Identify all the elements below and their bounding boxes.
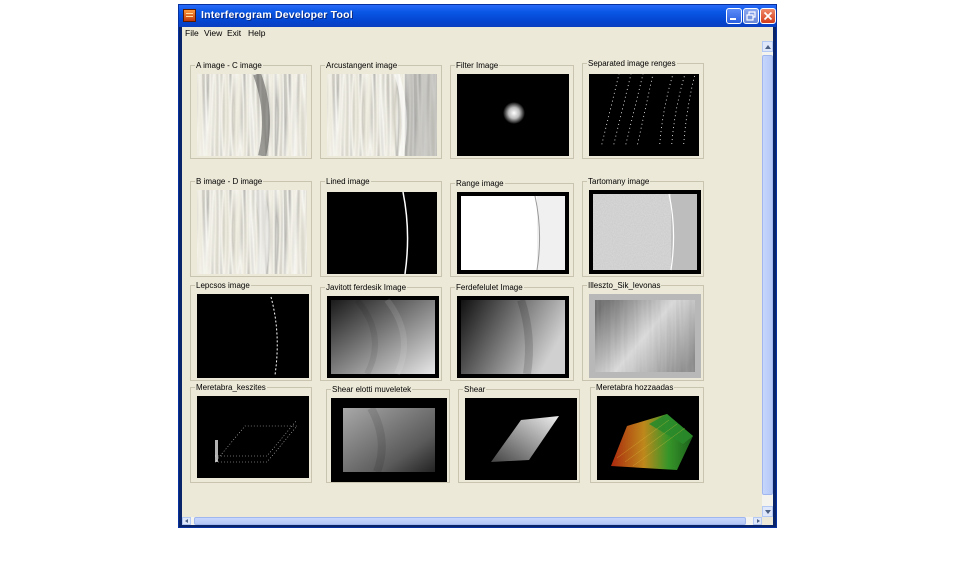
panel-tartomany: Tartomany image — [582, 176, 704, 277]
scroll-left-button[interactable] — [182, 517, 191, 525]
panel-shear: Shear — [458, 384, 580, 483]
panel-label: Meretabra hozzaadas — [595, 382, 675, 393]
restore-icon — [746, 11, 756, 21]
javitott-ferdesik-image — [327, 296, 439, 378]
panel-filter: Filter Image — [450, 60, 574, 159]
panel-meretabra-keszites: Meretabra_keszites — [190, 382, 312, 483]
panel-separated-ranges: Separated image renges — [582, 58, 704, 159]
window-title: Interferogram Developer Tool — [201, 9, 353, 21]
illeszto-sik-image — [589, 294, 701, 378]
horizontal-scroll-thumb[interactable] — [194, 517, 746, 525]
panel-a-minus-c: A image - C image — [190, 60, 312, 159]
meretabra-keszites-image — [197, 396, 309, 478]
chevron-right-icon — [757, 519, 760, 523]
menu-exit[interactable]: Exit — [227, 28, 241, 38]
panel-range: Range image — [450, 178, 574, 277]
panel-illeszto-sik: Illeszto_Sik_levonas — [582, 280, 704, 381]
chevron-up-icon — [765, 45, 771, 49]
vertical-scroll-thumb[interactable] — [762, 55, 773, 495]
shear-image — [465, 398, 577, 480]
chevron-down-icon — [765, 510, 771, 514]
panel-label: Meretabra_keszites — [195, 382, 267, 393]
horizontal-scrollbar[interactable] — [182, 517, 762, 525]
vertical-scrollbar[interactable] — [762, 41, 773, 517]
shear-elotti-image — [331, 398, 447, 482]
panel-label: Lined image — [325, 176, 371, 187]
panel-label: Javitott ferdesik Image — [325, 282, 408, 293]
image-canvas: A image - C image Arcustangent image Fil… — [182, 41, 762, 517]
panel-label: Range image — [455, 178, 505, 189]
panel-arcustangent: Arcustangent image — [320, 60, 442, 159]
panel-meretabra-hozzaadas: Meretabra hozzaadas — [590, 382, 704, 483]
menu-help[interactable]: Help — [248, 28, 265, 38]
panel-label: Arcustangent image — [325, 60, 399, 71]
close-icon — [763, 11, 773, 21]
tartomany-image — [589, 190, 701, 274]
panel-label: Ferdefelulet Image — [455, 282, 524, 293]
panel-javitott-ferdesik: Javitott ferdesik Image — [320, 282, 442, 381]
scroll-right-button[interactable] — [753, 517, 762, 525]
panel-shear-elotti: Shear elotti muveletek — [326, 384, 450, 483]
panel-label: Illeszto_Sik_levonas — [587, 280, 662, 291]
panel-ferdefelulet: Ferdefelulet Image — [450, 282, 574, 381]
lepcsos-image — [197, 294, 309, 378]
panel-b-minus-d: B image - D image — [190, 176, 312, 277]
filter-image — [457, 74, 569, 156]
minimize-button[interactable] — [726, 8, 742, 24]
panel-label: Lepcsos image — [195, 280, 251, 291]
menu-file[interactable]: File — [185, 28, 199, 38]
range-image — [457, 192, 569, 274]
client-area: File View Exit Help A image - C image Ar… — [182, 27, 773, 525]
scroll-up-button[interactable] — [762, 41, 773, 52]
b-minus-d-image — [197, 190, 307, 274]
close-button[interactable] — [760, 8, 776, 24]
panel-label: Separated image renges — [587, 58, 677, 69]
scroll-down-button[interactable] — [762, 506, 773, 517]
ferdefelulet-image — [457, 296, 569, 378]
meretabra-hozzaadas-image — [597, 396, 699, 480]
lined-image — [327, 192, 437, 274]
separated-ranges-image — [589, 74, 699, 156]
panel-label: B image - D image — [195, 176, 264, 187]
app-window: Interferogram Developer Tool File View E… — [178, 4, 777, 528]
app-icon — [183, 9, 196, 22]
chevron-left-icon — [185, 519, 188, 523]
menu-bar: File View Exit Help — [182, 27, 773, 41]
restore-button[interactable] — [743, 8, 759, 24]
panel-label: Shear elotti muveletek — [331, 384, 413, 395]
a-minus-c-image — [197, 74, 307, 156]
panel-label: A image - C image — [195, 60, 263, 71]
menu-view[interactable]: View — [204, 28, 222, 38]
panel-lined: Lined image — [320, 176, 442, 277]
panel-label: Shear — [463, 384, 487, 395]
panel-label: Tartomany image — [587, 176, 651, 187]
title-bar[interactable]: Interferogram Developer Tool — [179, 5, 776, 27]
panel-lepcsos: Lepcsos image — [190, 280, 312, 381]
arcustangent-image — [327, 74, 437, 156]
minimize-icon — [730, 18, 736, 20]
panel-label: Filter Image — [455, 60, 500, 71]
